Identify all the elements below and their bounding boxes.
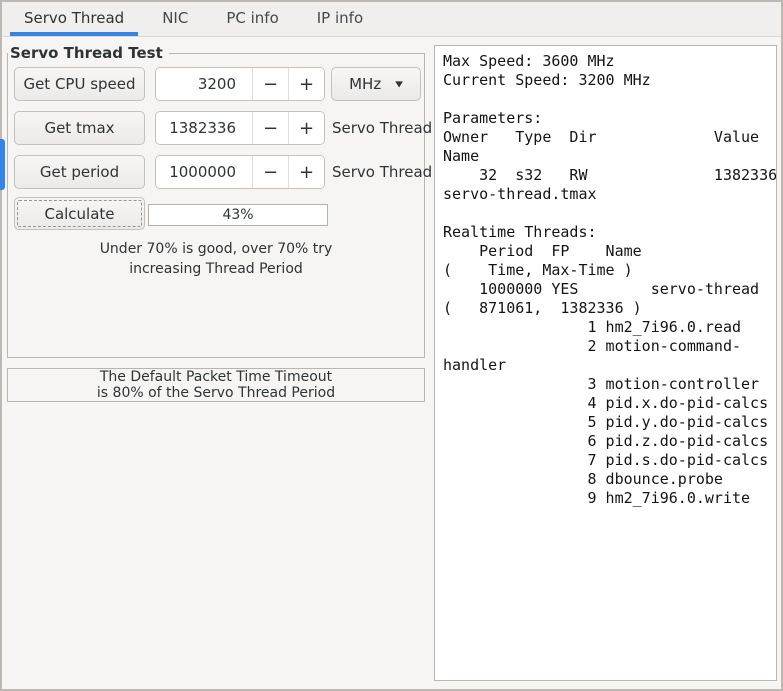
tmax-thread-label: Servo Thread xyxy=(332,119,433,137)
get-tmax-button[interactable]: Get tmax xyxy=(14,111,145,145)
unit-dropdown[interactable]: MHz ▼ xyxy=(331,67,421,101)
scrollbar-thumb[interactable] xyxy=(0,139,5,190)
period-decrement-button[interactable]: − xyxy=(252,156,288,188)
tab-servo-thread[interactable]: Servo Thread xyxy=(10,0,138,36)
plus-icon: + xyxy=(298,161,315,183)
tab-pc-info[interactable]: PC info xyxy=(212,0,292,36)
tmax-value[interactable]: 1382336 xyxy=(156,112,252,144)
cpu-speed-decrement-button[interactable]: − xyxy=(252,68,288,100)
unit-dropdown-value: MHz xyxy=(349,75,382,93)
packet-timeout-note: The Default Packet Time Timeout is 80% o… xyxy=(7,368,425,402)
tab-nic[interactable]: NIC xyxy=(148,0,202,36)
minus-icon: − xyxy=(262,161,279,183)
tmax-spinbox: 1382336 − + xyxy=(155,111,325,145)
frame-title: Servo Thread Test xyxy=(8,44,169,62)
mesaflash-config-window: Servo Thread NIC PC info IP info Servo T… xyxy=(0,0,783,691)
plus-icon: + xyxy=(298,73,315,95)
output-textview[interactable]: Max Speed: 3600 MHz Current Speed: 3200 … xyxy=(434,45,777,681)
output-text: Max Speed: 3600 MHz Current Speed: 3200 … xyxy=(443,52,777,507)
load-hint-text: Under 70% is good, over 70% try increasi… xyxy=(7,239,425,279)
get-period-button[interactable]: Get period xyxy=(14,155,145,189)
minus-icon: − xyxy=(262,73,279,95)
cpu-speed-value[interactable]: 3200 xyxy=(156,68,252,100)
period-thread-label: Servo Thread xyxy=(332,163,433,181)
period-spinbox: 1000000 − + xyxy=(155,155,325,189)
note-line-1: The Default Packet Time Timeout xyxy=(99,369,333,385)
plus-icon: + xyxy=(298,117,315,139)
hint-line-2: increasing Thread Period xyxy=(129,261,303,277)
cpu-speed-increment-button[interactable]: + xyxy=(288,68,324,100)
hint-line-1: Under 70% is good, over 70% try xyxy=(99,241,333,257)
calculate-button[interactable]: Calculate xyxy=(14,197,145,230)
period-increment-button[interactable]: + xyxy=(288,156,324,188)
get-cpu-speed-button[interactable]: Get CPU speed xyxy=(14,67,145,101)
load-progress-bar: 43% xyxy=(148,204,328,226)
tab-ip-info[interactable]: IP info xyxy=(303,0,377,36)
tmax-decrement-button[interactable]: − xyxy=(252,112,288,144)
tab-bar: Servo Thread NIC PC info IP info xyxy=(0,0,783,37)
note-line-2: is 80% of the Servo Thread Period xyxy=(96,385,336,401)
period-value[interactable]: 1000000 xyxy=(156,156,252,188)
minus-icon: − xyxy=(262,117,279,139)
dropdown-arrow-icon: ▼ xyxy=(395,79,403,89)
cpu-speed-spinbox: 3200 − + xyxy=(155,67,325,101)
tmax-increment-button[interactable]: + xyxy=(288,112,324,144)
